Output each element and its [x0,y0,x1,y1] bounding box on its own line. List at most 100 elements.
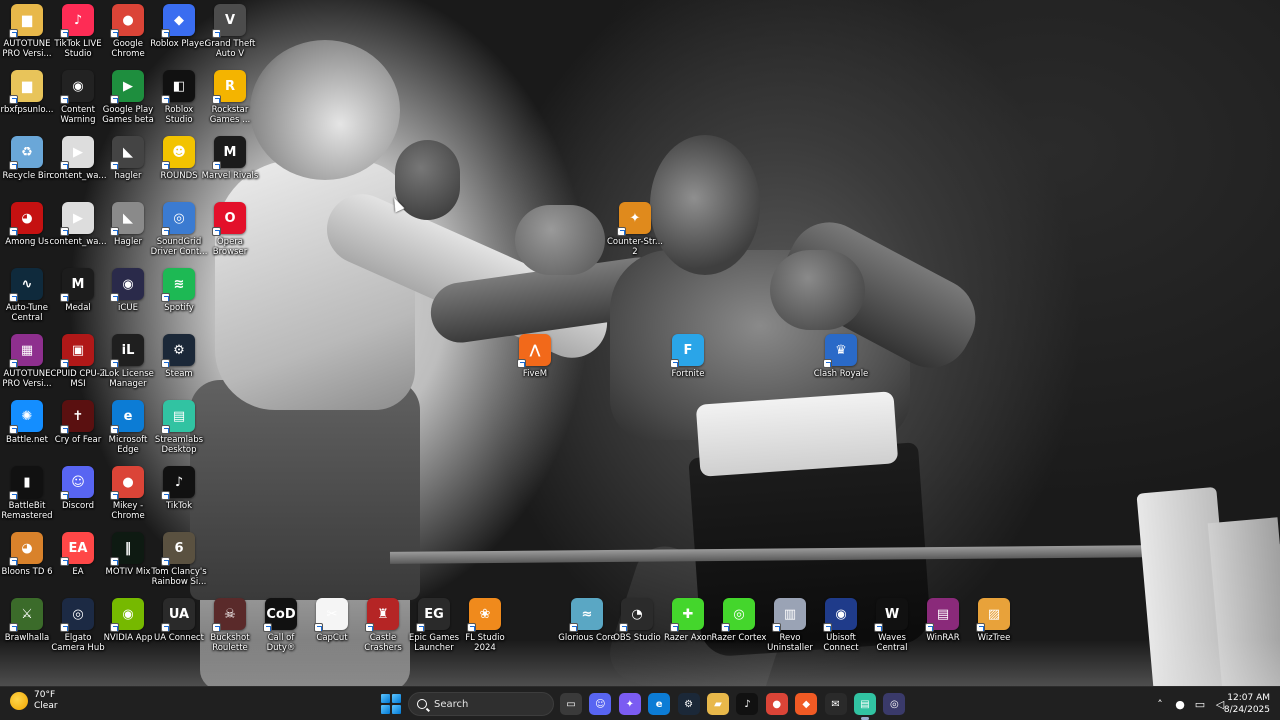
desktop-icon-autotune-pro-versi[interactable]: ▦ AUTOTUNE PRO Versi... [2,334,52,389]
desktop-icon-content-warning[interactable]: ◉ Content Warning [53,70,103,125]
taskbar-app-file-explorer-icon[interactable]: ▰ [707,693,729,715]
desktop-icon-content-wa[interactable]: ▶ content_wa... [49,202,107,247]
desktop-icon-content-wa[interactable]: ▶ content_wa... [49,136,107,181]
desktop-icon-tom-clancy-s-rainbow-si[interactable]: 6 Tom Clancy's Rainbow Si... [151,532,207,587]
weather-description: Clear [34,701,58,711]
desktop-icon-tiktok-live-studio[interactable]: ♪ TikTok LIVE Studio [53,4,103,59]
shortcut-arrow-icon [110,491,119,500]
desktop-icon-streamlabs-desktop[interactable]: ▤ Streamlabs Desktop [154,400,204,455]
shortcut-arrow-icon [161,425,170,434]
desktop-icon-icue[interactable]: ◉ iCUE [103,268,153,313]
desktop-icon-castle-crashers[interactable]: ♜ Castle Crashers [358,598,408,653]
taskbar-app-edge-icon[interactable]: e [648,693,671,715]
taskbar-search-box[interactable]: Search [408,692,554,716]
desktop-icon-label: AUTOTUNE PRO Versi... [2,39,52,59]
desktop-icon-opera-browser[interactable]: O Opera Browser [205,202,255,257]
desktop-icon-counter-str-2[interactable]: ✦ Counter-Str... 2 [607,202,663,257]
desktop-icon-clash-royale[interactable]: ♛ Clash Royale [814,334,868,379]
taskbar-app-copilot-icon[interactable]: ✦ [618,693,641,715]
desktop-icon-wiztree[interactable]: ▨ WizTree [969,598,1019,643]
taskbar-app-steam-icon[interactable]: ⚙ [677,693,700,715]
shortcut-arrow-icon [9,227,18,236]
desktop-icon-nvidia-app[interactable]: ◉ NVIDIA App [103,598,153,643]
start-button[interactable] [381,694,401,714]
taskbar-app-discord-icon[interactable]: ☺ [589,693,612,715]
desktop-icon-obs-studio[interactable]: ◔ OBS Studio [612,598,662,643]
desktop-icon-label: Bloons TD 6 [1,567,53,577]
taskbar-app-streamlabs-icon[interactable]: ▤ [854,693,876,720]
desktop-icon-label: SoundGrid Driver Cont... [150,237,208,257]
desktop-icon-auto-tune-central[interactable]: ∿ Auto-Tune Central [2,268,52,323]
desktop-icon-rockstar-games[interactable]: R Rockstar Games ... [205,70,255,125]
desktop-icon-winrar[interactable]: ▤ WinRAR [918,598,968,643]
desktop-icon-among-us[interactable]: ◕ Among Us [2,202,52,247]
taskbar-clock[interactable]: 12:07 AM 8/24/2025 [1224,692,1270,716]
search-icon [417,699,427,709]
desktop-icon-ilok-license-manager[interactable]: iL iLok License Manager [102,334,154,389]
shortcut-arrow-icon [161,293,170,302]
desktop-icon-label: Counter-Str... 2 [606,237,664,257]
desktop-icon-glorious-core[interactable]: ≈ Glorious Core [558,598,616,643]
desktop-icon-microsoft-edge[interactable]: e Microsoft Edge [103,400,153,455]
desktop-icon-razer-cortex[interactable]: ◎ Razer Cortex [712,598,766,643]
desktop-icon-discord[interactable]: ☺ Discord [53,466,103,511]
desktop-icon-rbxfpsunlo[interactable]: ▆ rbxfpsunlo... [0,70,54,115]
desktop-icon-roblox-studio[interactable]: ◧ Roblox Studio [154,70,204,125]
desktop-icon-ua-connect[interactable]: UA UA Connect [154,598,204,643]
desktop-icon-label: MOTIV Mix [105,567,151,577]
taskbar-app-ubisoft-icon[interactable]: ◎ [883,693,906,715]
desktop-icon-revo-uninstaller[interactable]: ▥ Revo Uninstaller [765,598,815,653]
desktop-icon-medal[interactable]: M Medal [53,268,103,313]
chevron-up-icon[interactable]: ˄ [1153,697,1167,711]
desktop-icon-ea[interactable]: EA EA [53,532,103,577]
desktop-icon-roblox-player[interactable]: ◆ Roblox Player [150,4,208,49]
content-wa-icon: ▶ [60,202,94,236]
taskbar-app-task-view-icon[interactable]: ▭ [560,693,582,715]
microphone-icon[interactable]: ● [1173,697,1187,711]
desktop-icon-recycle-bin[interactable]: ♻ Recycle Bin [2,136,52,181]
desktop-icon-marvel-rivals[interactable]: M Marvel Rivals [202,136,258,181]
desktop-icon-capcut[interactable]: ✂ CapCut [307,598,357,643]
desktop-icon-epic-games-launcher[interactable]: EG Epic Games Launcher [409,598,459,653]
shortcut-arrow-icon [161,29,170,38]
desktop-icon-bloons-td-6[interactable]: ◕ Bloons TD 6 [2,532,52,577]
shortcut-arrow-icon [467,623,476,632]
desktop-icon-waves-central[interactable]: W Waves Central [867,598,917,653]
elgato-camera-hub-icon: ◎ [60,598,94,632]
taskbar-app-tiktok-icon[interactable]: ♪ [736,693,759,715]
desktop-icon-google-chrome[interactable]: ● Google Chrome [103,4,153,59]
desktop-icon-hagler[interactable]: ◣ hagler [103,136,153,181]
taskbar-app-epic-mail-icon[interactable]: ✉ [824,693,847,715]
desktop-icon-tiktok[interactable]: ♪ TikTok [154,466,204,511]
taskbar-app-chrome-icon[interactable]: ● [765,693,788,715]
desktop-icon-google-play-games-beta[interactable]: ▶ Google Play Games beta [102,70,154,125]
desktop-icon-label: Google Play Games beta [102,105,154,125]
desktop-icon-motiv-mix[interactable]: ‖ MOTIV Mix [103,532,153,577]
desktop-icon-soundgrid-driver-cont[interactable]: ◎ SoundGrid Driver Cont... [151,202,207,257]
desktop-icon-fortnite[interactable]: F Fortnite [663,334,713,379]
desktop-icon-elgato-camera-hub[interactable]: ◎ Elgato Camera Hub [51,598,105,653]
hagler-icon: ◣ [110,202,144,236]
desktop-icon-label: hagler [114,171,142,181]
desktop-icon-grand-theft-auto-v[interactable]: V Grand Theft Auto V [205,4,255,59]
display-icon[interactable]: ▭ [1193,697,1207,711]
desktop-icon-ubisoft-connect[interactable]: ◉ Ubisoft Connect [816,598,866,653]
desktop-icon-call-of-duty[interactable]: CoD Call of Duty® [256,598,306,653]
desktop-icon-razer-axon[interactable]: ✚ Razer Axon [663,598,713,643]
taskbar-app-brave-icon[interactable]: ◆ [795,693,818,715]
desktop-icon-steam[interactable]: ⚙ Steam [154,334,204,379]
desktop-icon-spotify[interactable]: ≋ Spotify [154,268,204,313]
desktop-icon-mikey-chrome[interactable]: ● Mikey - Chrome [103,466,153,521]
desktop-icon-fivem[interactable]: ⋀ FiveM [510,334,560,379]
desktop-icon-brawlhalla[interactable]: ⚔ Brawlhalla [2,598,52,643]
desktop-icon-hagler[interactable]: ◣ Hagler [103,202,153,247]
desktop-icon-battlebit-remastered[interactable]: ▮ BattleBit Remastered [1,466,53,521]
desktop-icon-rounds[interactable]: ☻ ROUNDS [154,136,204,181]
desktop-icon-cry-of-fear[interactable]: ✝ Cry of Fear [53,400,103,445]
desktop-icon-autotune-pro-versi[interactable]: ▆ AUTOTUNE PRO Versi... [2,4,52,59]
desktop-icon-buckshot-roulette[interactable]: ☠ Buckshot Roulette [205,598,255,653]
desktop-icon-battle-net[interactable]: ✺ Battle.net [2,400,52,445]
desktop-icon-cpuid-cpu-z-msi[interactable]: ▣ CPUID CPU-Z MSI [50,334,106,389]
weather-widget[interactable]: 70°F Clear [10,690,58,712]
desktop-icon-fl-studio-2024[interactable]: ❀ FL Studio 2024 [460,598,510,653]
